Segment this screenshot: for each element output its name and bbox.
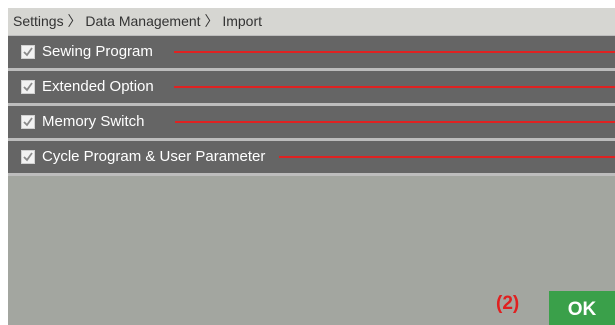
breadcrumb: Settings 〉 Data Management 〉 Import [8, 8, 615, 35]
checkbox-extended-option[interactable] [21, 80, 35, 94]
import-item-extended-option[interactable]: Extended Option [8, 71, 615, 106]
callout-line [279, 156, 615, 158]
checkmark-icon [23, 47, 33, 57]
checkmark-icon [23, 152, 33, 162]
breadcrumb-settings[interactable]: Settings [13, 13, 64, 29]
ok-button[interactable]: OK [549, 291, 615, 325]
import-item-sewing-program[interactable]: Sewing Program [8, 35, 615, 71]
breadcrumb-import: Import [222, 13, 263, 29]
breadcrumb-data-management[interactable]: Data Management [85, 13, 200, 29]
import-item-memory-switch[interactable]: Memory Switch [8, 106, 615, 141]
item-label: Sewing Program [42, 43, 153, 60]
item-label: Memory Switch [42, 113, 145, 130]
breadcrumb-separator: 〉 [204, 13, 219, 29]
callout-line [174, 51, 615, 53]
checkmark-icon [23, 82, 33, 92]
breadcrumb-separator: 〉 [67, 13, 82, 29]
checkbox-memory-switch[interactable] [21, 115, 35, 129]
item-label: Cycle Program & User Parameter [42, 148, 266, 165]
import-item-list: Sewing Program Extended Option Memory Sw… [8, 35, 615, 176]
checkbox-sewing-program[interactable] [21, 45, 35, 59]
checkbox-cycle-program[interactable] [21, 150, 35, 164]
callout-line [175, 121, 615, 123]
import-screen: Settings 〉 Data Management 〉 Import Sewi… [8, 8, 615, 325]
annotation-marker: (2) [496, 293, 520, 314]
item-label: Extended Option [42, 78, 154, 95]
callout-line [174, 86, 615, 88]
import-item-cycle-program[interactable]: Cycle Program & User Parameter [8, 141, 615, 176]
checkmark-icon [23, 117, 33, 127]
